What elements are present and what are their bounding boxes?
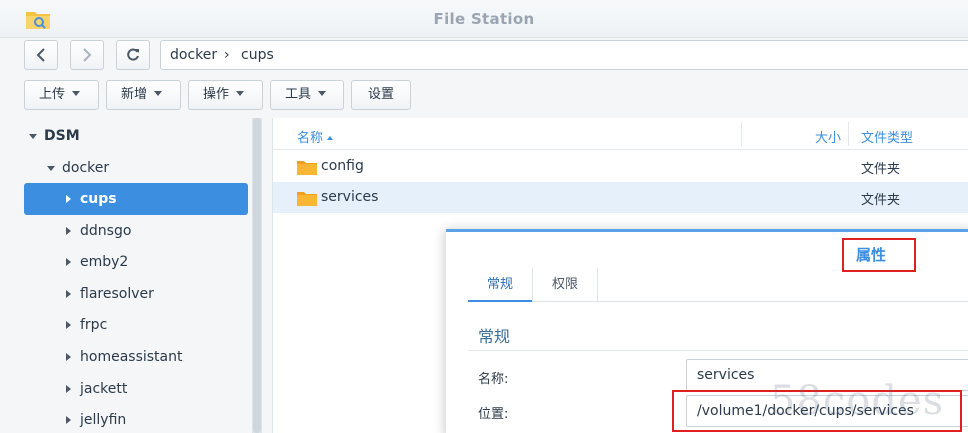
tree-label: jackett: [80, 381, 128, 397]
collapsed-arrow-icon: [66, 195, 71, 203]
name-label: 名称:: [478, 372, 509, 387]
tree-node-ddnsgo[interactable]: ddnsgo: [24, 215, 248, 247]
navigation-bar: docker › cups: [0, 38, 968, 72]
tree-label: ddnsgo: [80, 223, 132, 239]
expanded-arrow-icon: [47, 166, 55, 171]
breadcrumb-separator: ›: [224, 47, 230, 63]
dialog-tabs: 常规 权限: [468, 268, 968, 302]
tree-node-cups[interactable]: cups: [24, 183, 248, 215]
tree-label: frpc: [80, 317, 108, 333]
file-row-services[interactable]: services 文件夹: [273, 182, 968, 213]
action-label: 操作: [203, 87, 230, 102]
create-label: 新增: [121, 87, 148, 102]
file-type: 文件夹: [861, 162, 901, 177]
tree-node-jellyfin[interactable]: jellyfin: [24, 404, 248, 433]
column-header-name[interactable]: 名称: [297, 127, 334, 146]
sort-ascending-icon: [327, 136, 334, 140]
breadcrumb-cups[interactable]: cups: [241, 47, 274, 63]
caret-down-icon: [318, 91, 327, 96]
chevron-right-icon: [83, 48, 92, 62]
tools-button[interactable]: 工具: [270, 80, 344, 110]
tree-label: flaresolver: [80, 286, 154, 302]
collapsed-arrow-icon: [66, 321, 71, 329]
title-highlight-box: [842, 238, 916, 272]
tree-node-dsm[interactable]: DSM: [24, 120, 248, 152]
tree-node-frpc[interactable]: frpc: [24, 309, 248, 341]
tab-divider: [597, 268, 598, 301]
tree-label: homeassistant: [80, 349, 183, 365]
chevron-left-icon: [36, 48, 45, 62]
file-list-header: 名称 大小 文件类型: [273, 118, 968, 150]
title-bar: File Station: [0, 0, 968, 38]
tree-node-docker[interactable]: docker: [24, 152, 248, 184]
folder-icon: [297, 161, 317, 175]
collapsed-arrow-icon: [66, 227, 71, 235]
tree-label: emby2: [80, 254, 129, 270]
tree-label: docker: [62, 160, 110, 176]
path-bar[interactable]: docker › cups: [160, 40, 968, 70]
tree-label: cups: [80, 191, 117, 207]
collapsed-arrow-icon: [66, 416, 71, 424]
tree-node-emby2[interactable]: emby2: [24, 246, 248, 278]
tab-general[interactable]: 常规: [468, 268, 532, 302]
tools-label: 工具: [285, 87, 312, 102]
column-divider: [848, 122, 849, 146]
folder-tree: DSM docker cups ddnsgo emby2 flaresolver…: [0, 118, 262, 433]
watermark-text: 58codes: [770, 378, 945, 424]
caret-down-icon: [72, 91, 81, 96]
action-button[interactable]: 操作: [188, 80, 263, 110]
file-name: services: [321, 189, 379, 205]
caret-down-icon: [154, 91, 163, 96]
file-row-config[interactable]: config 文件夹: [273, 151, 968, 182]
collapsed-arrow-icon: [66, 353, 71, 361]
tab-permissions[interactable]: 权限: [533, 268, 597, 302]
column-name-label: 名称: [297, 131, 324, 146]
column-header-size[interactable]: 大小: [815, 127, 841, 146]
breadcrumb-docker[interactable]: docker: [170, 47, 217, 63]
file-name: config: [321, 158, 364, 174]
column-divider: [741, 122, 742, 146]
tree-label: DSM: [44, 128, 80, 144]
file-type: 文件夹: [861, 193, 901, 208]
collapsed-arrow-icon: [66, 385, 71, 393]
window-title: File Station: [433, 10, 535, 28]
upload-label: 上传: [39, 87, 66, 102]
tree-label: jellyfin: [80, 412, 127, 428]
caret-down-icon: [236, 91, 245, 96]
scrollbar-thumb[interactable]: [253, 118, 261, 433]
tree-node-homeassistant[interactable]: homeassistant: [24, 341, 248, 373]
expanded-arrow-icon: [29, 134, 37, 139]
refresh-button[interactable]: [116, 40, 150, 70]
folder-icon: [297, 192, 317, 206]
create-button[interactable]: 新增: [106, 80, 181, 110]
back-button[interactable]: [24, 40, 58, 70]
location-label: 位置:: [478, 407, 509, 422]
tree-node-flaresolver[interactable]: flaresolver: [24, 278, 248, 310]
forward-button[interactable]: [70, 40, 104, 70]
upload-button[interactable]: 上传: [24, 80, 99, 110]
collapsed-arrow-icon: [66, 258, 71, 266]
collapsed-arrow-icon: [66, 290, 71, 298]
sidebar-scrollbar[interactable]: [252, 118, 262, 433]
refresh-icon: [127, 48, 139, 61]
settings-button[interactable]: 设置: [351, 80, 411, 110]
toolbar: 上传 新增 操作 工具 设置: [0, 78, 968, 112]
section-title: 常规: [478, 327, 511, 346]
column-header-type[interactable]: 文件类型: [861, 127, 913, 146]
section-divider: [468, 350, 968, 351]
tree-node-jackett[interactable]: jackett: [24, 373, 248, 405]
settings-label: 设置: [368, 87, 395, 102]
